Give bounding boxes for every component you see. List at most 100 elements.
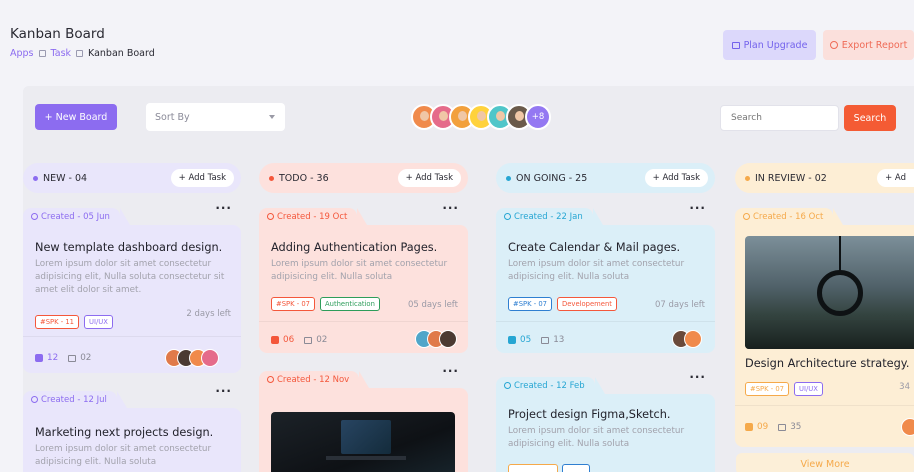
card-tags: #SPK - 07 Authentication <box>271 297 380 311</box>
created-date: Created - 12 Feb <box>514 380 585 391</box>
more-options-icon[interactable]: ··· <box>689 201 706 215</box>
sort-by-value: Sort By <box>155 111 190 123</box>
page-header: Kanban Board Apps Task Kanban Board Plan… <box>0 0 914 80</box>
thumbs-up-icon[interactable] <box>508 336 516 344</box>
created-badge: Created - 12 Jul <box>23 391 127 408</box>
plan-upgrade-label: Plan Upgrade <box>743 39 808 51</box>
column-header-new: NEW - 04 + Add Task <box>23 163 241 193</box>
breadcrumb: Apps Task Kanban Board <box>10 48 155 59</box>
clock-icon <box>504 382 511 389</box>
tag-category[interactable]: Authentication <box>320 297 380 311</box>
view-more-button[interactable]: View More <box>736 453 914 472</box>
created-date: Created - 12 Nov <box>277 374 350 385</box>
sort-by-select[interactable]: Sort By <box>146 103 285 131</box>
days-left: 07 days left <box>654 300 705 310</box>
more-options-icon[interactable]: ··· <box>215 384 232 398</box>
task-card[interactable]: Created - 22 Jan ··· Create Calendar & M… <box>496 201 715 353</box>
more-options-icon[interactable]: ··· <box>442 364 459 378</box>
card-tags: #SPK - 07 Developement <box>508 297 617 311</box>
task-card[interactable]: Created - 05 Jun ··· New template dashbo… <box>23 201 241 373</box>
status-dot <box>269 175 274 181</box>
card-description: Lorem ipsum dolor sit amet consectetur a… <box>508 426 685 449</box>
add-task-button[interactable]: + Add Task <box>644 169 708 187</box>
tag-id[interactable]: #SPK - 07 <box>745 382 789 396</box>
column-title: NEW - 04 <box>43 172 88 184</box>
search-button[interactable]: Search <box>844 105 896 131</box>
card-description: Lorem ipsum dolor sit amet consectetur a… <box>35 444 212 467</box>
tag-category[interactable]: UI/UX <box>794 382 823 396</box>
divider <box>496 321 715 322</box>
comment-icon[interactable] <box>304 336 313 344</box>
created-badge: Created - 16 Oct <box>735 208 844 225</box>
tag-category[interactable]: Developement <box>557 297 617 311</box>
clock-icon <box>267 376 274 383</box>
comment-icon[interactable] <box>68 354 77 362</box>
clock-icon <box>743 213 750 220</box>
search-input[interactable] <box>720 105 839 131</box>
more-options-icon[interactable]: ··· <box>442 201 459 215</box>
task-card[interactable]: Created - 12 Feb ··· Project design Figm… <box>496 370 715 472</box>
column-title: IN REVIEW - 02 <box>755 172 827 184</box>
clock-icon <box>504 213 511 220</box>
add-task-button[interactable]: + Ad <box>877 169 914 187</box>
breadcrumb-task[interactable]: Task <box>51 48 72 59</box>
tag-id[interactable]: #SPK - 07 <box>271 297 315 311</box>
tag-id[interactable]: #SPK - 07 <box>508 297 552 311</box>
card-tags: #SPK - 11 UI/UX <box>35 315 113 329</box>
likes-count: 09 <box>757 422 769 432</box>
tag-category[interactable]: UI/UX <box>84 315 113 329</box>
column-header-ongoing: ON GOING - 25 + Add Task <box>496 163 715 193</box>
created-date: Created - 19 Oct <box>277 211 348 222</box>
chevron-down-icon <box>269 115 275 119</box>
comments-count: 02 <box>80 353 92 363</box>
task-card[interactable]: Created - 19 Oct ··· Adding Authenticati… <box>259 201 468 353</box>
task-card[interactable]: Created - 12 Jul ··· Marketing next proj… <box>23 384 241 472</box>
more-options-icon[interactable]: ··· <box>689 370 706 384</box>
task-card[interactable]: Created - 12 Nov ··· <box>259 364 468 472</box>
tag-id[interactable]: #SPK - 11 <box>35 315 79 329</box>
column-header-in-review: IN REVIEW - 02 + Ad <box>735 163 914 193</box>
card-description: Lorem ipsum dolor sit amet consectetur a… <box>35 259 225 295</box>
thumbs-up-icon[interactable] <box>35 354 43 362</box>
comment-icon[interactable] <box>778 423 787 431</box>
new-board-button[interactable]: + New Board <box>35 104 117 130</box>
likes-count: 05 <box>520 335 532 345</box>
avatar[interactable] <box>684 330 702 348</box>
breadcrumb-apps[interactable]: Apps <box>10 48 34 59</box>
team-avatars: +8 <box>411 104 551 130</box>
avatar[interactable] <box>201 349 219 367</box>
card-title: Create Calendar & Mail pages. <box>508 241 681 254</box>
tag-placeholder <box>562 464 590 472</box>
created-badge: Created - 05 Jun <box>23 208 130 225</box>
card-title: Adding Authentication Pages. <box>271 241 438 254</box>
assignee-avatars <box>672 330 702 348</box>
clock-icon <box>267 213 274 220</box>
add-task-button[interactable]: + Add Task <box>170 169 234 187</box>
days-left: 34 <box>899 382 910 392</box>
chevron-right-icon <box>76 50 84 57</box>
more-options-icon[interactable]: ··· <box>215 201 232 215</box>
avatar[interactable] <box>439 330 457 348</box>
more-avatars-badge[interactable]: +8 <box>525 104 551 130</box>
plan-upgrade-button[interactable]: Plan Upgrade <box>723 30 816 60</box>
card-tags: #SPK - 07 UI/UX <box>745 382 823 396</box>
clock-icon <box>31 213 38 220</box>
task-card[interactable]: Created - 16 Oct Design Architecture str… <box>735 208 914 447</box>
card-image <box>271 412 455 472</box>
card-title: Design Architecture strategy. <box>745 357 910 370</box>
divider <box>735 405 914 406</box>
avatar[interactable] <box>901 418 914 436</box>
card-image <box>745 236 914 349</box>
days-left: 05 days left <box>407 300 458 310</box>
thumbs-up-icon[interactable] <box>745 423 753 431</box>
card-description: Lorem ipsum dolor sit amet consectetur a… <box>271 259 448 282</box>
kanban-toolbar: + New Board Sort By +8 Search <box>23 86 914 144</box>
add-task-button[interactable]: + Add Task <box>397 169 461 187</box>
created-date: Created - 05 Jun <box>41 211 110 222</box>
export-report-label: Export Report <box>841 39 908 51</box>
thumbs-up-icon[interactable] <box>271 336 279 344</box>
export-report-button[interactable]: Export Report <box>823 30 914 60</box>
export-icon <box>829 41 838 49</box>
comment-icon[interactable] <box>541 336 550 344</box>
breadcrumb-current: Kanban Board <box>88 48 155 59</box>
